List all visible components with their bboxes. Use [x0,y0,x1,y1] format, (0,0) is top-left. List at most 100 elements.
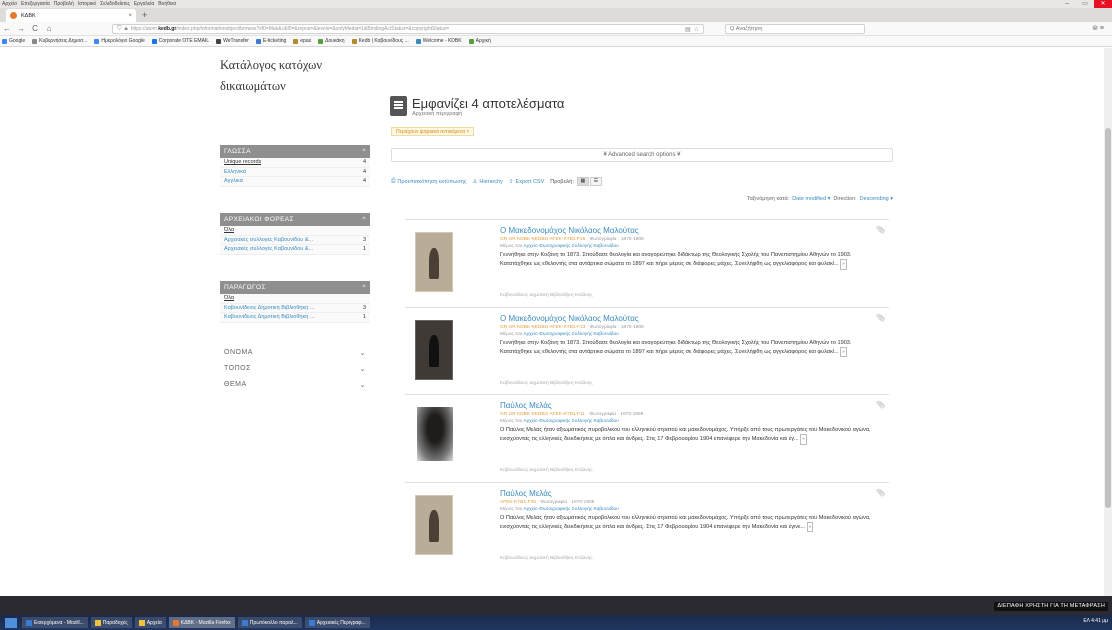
facet-option[interactable]: Όλα [220,294,370,304]
bookmark-favicon-icon [216,38,222,44]
forward-icon[interactable]: → [14,24,28,33]
scrollbar-thumb[interactable] [1105,128,1111,508]
menu-bookmarks[interactable]: Σελιδοδείκτες [100,1,130,7]
advanced-search-toggle[interactable]: ¥ Advanced search options ¥ [391,148,893,162]
paperclip-icon[interactable]: 📎︎ [876,314,885,322]
sort-by-select[interactable]: Date modified ▾ [792,196,830,202]
tab-kdbk[interactable]: ΚΔΒΚ × [6,9,136,22]
result-thumbnail[interactable] [415,232,453,292]
menu-tools[interactable]: Εργαλεία [134,1,154,7]
part-of-link[interactable]: Αρχείο Φωτογραφικής Συλλογής Καβουνίδου [523,332,619,337]
facet-collapsed[interactable]: ΟΝΟΜΑ ⌄ [220,345,370,360]
bookmark-item[interactable]: Kedb | Καβουνίδους ... [351,38,409,44]
paperclip-icon[interactable]: 📎︎ [876,226,885,234]
bookmark-item[interactable]: Ημερολόγιο Google [94,38,145,44]
bookmark-item[interactable]: Corporate OTE EMAIL [151,38,209,44]
result-title-link[interactable]: Παύλος Μελάς [500,401,552,410]
facet-option[interactable]: Όλα [220,226,370,236]
close-button[interactable]: ✕ [1094,0,1112,8]
read-more-button[interactable]: » [800,434,807,445]
taskbar-item[interactable]: Πρωτόκολλο παραλ... [237,617,302,628]
taskbar-item[interactable]: Εισερχόμενα - Mozill... [22,617,88,628]
result-title-link[interactable]: Ο Μακεδονομάχος Νικόλαος Μαλούτας [500,226,639,235]
bookmark-favicon-icon [32,38,38,44]
print-preview-link[interactable]: ⎙ Προεπισκόπηση εκτύπωσης [391,178,466,185]
bookmark-item[interactable]: Google [2,38,25,44]
chevron-down-icon: ⌄ [359,366,366,373]
table-view-button[interactable]: ☰ [589,177,602,186]
result-item: Ο Μακεδονομάχος Νικόλαος Μαλούτας GR GR K… [405,219,889,306]
page-scrollbar[interactable] [1104,48,1112,596]
result-thumbnail[interactable] [415,319,453,380]
facet-heading[interactable]: ΑΡΧΕΙΑΚΟΙ ΦΟΡΕΑΣ ^ [220,213,370,226]
facet-option[interactable]: Unique records 4 [220,158,370,168]
paperclip-icon[interactable]: 📎︎ [876,401,885,409]
reader-view-icon[interactable]: ▤ [685,26,691,33]
read-more-button[interactable]: » [840,259,847,270]
menu-edit[interactable]: Επεξεργασία [21,1,50,7]
bookmark-item[interactable]: epas [293,38,311,44]
export-csv-link[interactable]: ⇪ Export CSV [509,179,544,185]
facet-option[interactable]: Αρχειακές συλλογές Καβουνίδου &... 3 [220,235,370,245]
paperclip-icon[interactable]: 📎︎ [876,489,885,497]
facet-option[interactable]: Αγγλικά 4 [220,177,370,187]
hierarchy-icon: ♙ [472,178,478,185]
facet-option[interactable]: Καβουνίδειος Δημοτική Βιβλιοθήκη ... 1 [220,313,370,323]
system-tray-clock[interactable]: ΕΛ 4:41 μμ [1083,618,1108,624]
result-title-link[interactable]: Παύλος Μελάς [500,489,552,498]
part-of-link[interactable]: Αρχείο Φωτογραφικής Συλλογής Καβουνίδου [523,419,619,424]
sort-direction-select[interactable]: Descending ▾ [860,196,893,202]
tab-bar: ΚΔΒΚ × + [0,8,1112,22]
facet-option[interactable]: Ελληνικά 4 [220,167,370,177]
url-bar[interactable]: ⛉ 🔒︎ https://atom.kedb.gr/index.php/info… [112,24,704,34]
bookmark-item[interactable]: E-ticketing [255,38,286,44]
bookmark-item[interactable]: Δουκάκη [318,38,345,44]
result-part-of: Μέρος του Αρχείο Φωτογραφικής Συλλογής Κ… [500,331,619,337]
tab-close-icon[interactable]: × [128,13,132,19]
bookmark-item[interactable]: Κυβερνήσεις Δημοσ... [32,38,87,44]
taskbar-item[interactable]: ΚΔΒΚ - Mozilla Firefox [168,617,235,628]
result-thumbnail[interactable] [415,494,453,555]
facet-collapsed[interactable]: ΤΟΠΟΣ ⌄ [220,361,370,376]
results-list-icon [390,96,407,116]
part-of-link[interactable]: Αρχείο Φωτογραφικής Συλλογής Καβουνίδου [523,507,619,512]
read-more-button[interactable]: » [806,521,814,533]
part-of-link[interactable]: Αρχείο Φωτογραφικής Συλλογής Καβουνίδου [523,244,619,249]
results-toolbar: ⎙ Προεπισκόπηση εκτύπωσης ♙ Hierarchy ⇪ Exp… [391,177,603,186]
menu-file[interactable]: Αρχείο [2,1,17,7]
bookmark-item[interactable]: Welcome - KDBK [415,38,462,44]
minimize-button[interactable]: – [1058,0,1076,8]
taskbar-item[interactable]: Αρχεία [134,617,166,628]
maximize-button[interactable]: ▭ [1076,0,1094,8]
result-title-link[interactable]: Ο Μακεδονομάχος Νικόλαος Μαλούτας [500,314,639,323]
facet-option[interactable]: Αρχειακές συλλογές Καβουνίδου &... 1 [220,245,370,255]
new-tab-button[interactable]: + [142,10,147,20]
bookmark-item[interactable]: Αρχική [468,38,491,44]
menu-view[interactable]: Προβολή [54,1,74,7]
bookmark-item[interactable]: WeTransfer [216,38,249,44]
facet-option[interactable]: Καβουνίδειος Δημοτική Βιβλιοθήκη ... 3 [220,303,370,313]
result-part-of: Μέρος του Αρχείο Φωτογραφικής Συλλογής Κ… [500,419,619,424]
result-thumbnail[interactable] [417,407,453,461]
toolbar-menu-icon[interactable]: ⊜ ≡ [1092,24,1104,32]
search-input[interactable]: Q Αναζήτηση [725,24,865,34]
menu-help[interactable]: Βοήθεια [158,1,176,7]
taskbar-item[interactable]: Παραδοχές [90,617,132,628]
windows-start-icon[interactable] [5,617,17,628]
bookmark-star-icon[interactable]: ☆ [694,26,699,33]
facet-heading[interactable]: ΠΑΡΑΓΩΓΟΣ ^ [220,281,370,294]
app-icon [308,619,315,626]
back-icon[interactable]: ← [0,24,14,33]
facet-collapsed[interactable]: ΘΕΜΑ ⌄ [220,377,370,392]
result-meta: GR GR KDBK KEDBO AFEK-KTB1-F11 · Φωτογρα… [500,412,644,417]
filter-tag-digital-objects[interactable]: Περιέχουν ψηφιακά αντικείμενα × [391,127,475,136]
sort-options: Ταξινόμηση κατά: Date modified ▾ Directi… [747,196,896,202]
read-more-button[interactable]: » [840,346,847,358]
card-view-button[interactable]: ▦ [576,177,589,186]
home-icon[interactable]: ⌂ [42,24,56,33]
hierarchy-link[interactable]: ♙ Hierarchy [472,179,502,185]
menu-history[interactable]: Ιστορικό [78,1,96,7]
reload-icon[interactable]: C [28,24,42,33]
facet-heading[interactable]: ΓΛΩΣΣΑ ^ [220,145,370,158]
taskbar-item[interactable]: Αρχειακές Περιγραφ... [304,617,370,628]
